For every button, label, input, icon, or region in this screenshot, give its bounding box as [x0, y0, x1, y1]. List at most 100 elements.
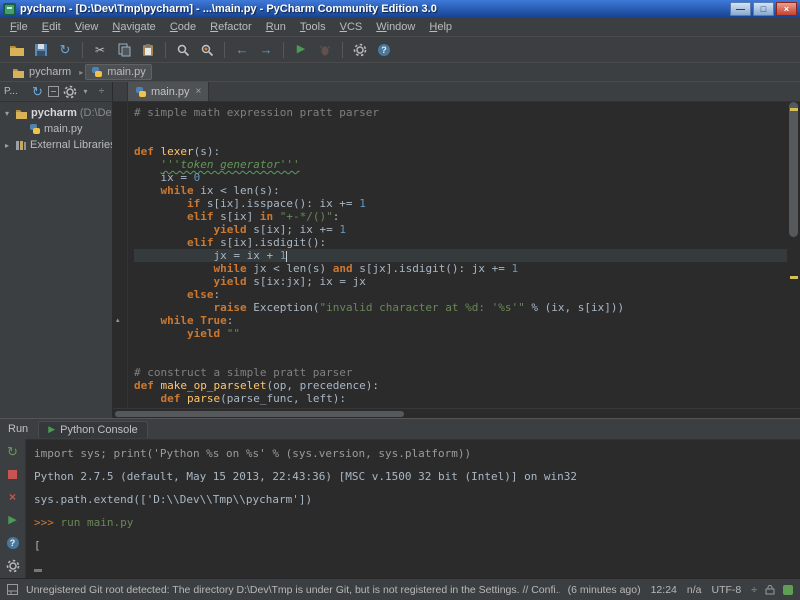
save-button[interactable] [30, 39, 52, 61]
menu-vcs[interactable]: VCS [333, 19, 370, 35]
tree-item-main-py[interactable]: main.py [0, 121, 112, 137]
toolwindow-toggle-icon[interactable] [7, 584, 18, 595]
code-line[interactable]: yield s[ix:jx]; ix = jx [134, 275, 787, 288]
folder-icon [15, 108, 28, 119]
forward-button[interactable]: → [255, 39, 277, 61]
code-line[interactable]: yield s[ix]; ix += 1 [134, 223, 787, 236]
code-line[interactable]: # simple math expression pratt parser [134, 106, 787, 119]
breadcrumb-main-py[interactable]: main.py [85, 64, 152, 80]
code-line[interactable]: jx = ix + 1 [134, 249, 787, 262]
menu-window[interactable]: Window [369, 19, 422, 35]
open-button[interactable] [6, 39, 28, 61]
run-icon: ▶ [48, 425, 55, 434]
code-segment: else [187, 288, 214, 301]
encoding[interactable]: UTF-8 [711, 584, 741, 596]
code-line[interactable]: while jx < len(s) and s[jx].isdigit(): j… [134, 262, 787, 275]
editor-vscrollbar[interactable] [787, 102, 800, 408]
vscrollbar-thumb[interactable] [789, 102, 798, 237]
code-line[interactable]: elif s[ix] in "+-*/()": [134, 210, 787, 223]
sync-button[interactable]: ↻ [31, 85, 44, 98]
menu-file[interactable]: File [3, 19, 35, 35]
code-line[interactable]: while ix < len(s): [134, 184, 787, 197]
tab-python-console[interactable]: ▶ Python Console [38, 421, 148, 438]
code-line[interactable]: yield "" [134, 327, 787, 340]
code-line[interactable]: '''token generator''' [134, 158, 787, 171]
tree-item-external-libraries[interactable]: ▸External Libraries [0, 137, 112, 153]
python-icon [29, 123, 41, 135]
breadcrumb-separator-icon: ▸ [79, 68, 83, 77]
code-line[interactable]: def make_op_parselet(op, precedence): [134, 379, 787, 392]
status-message[interactable]: Unregistered Git root detected: The dire… [26, 584, 560, 596]
code-line[interactable]: else: [134, 288, 787, 301]
help-button[interactable]: ? [373, 39, 395, 61]
inspections-indicator[interactable] [783, 585, 793, 595]
rerun-button[interactable]: ↻ [5, 444, 21, 458]
menu-navigate[interactable]: Navigate [105, 19, 162, 35]
menu-refactor[interactable]: Refactor [203, 19, 259, 35]
titlebar[interactable]: pycharm - [D:\Dev\Tmp\pycharm] - ...\mai… [0, 0, 800, 18]
caret-button[interactable]: ▾ [79, 85, 92, 98]
console-output[interactable]: import sys; print('Python %s on %s' % (s… [26, 439, 800, 578]
code-segment [134, 210, 187, 223]
line-separator[interactable]: ÷ [751, 584, 757, 596]
help-button[interactable]: ? [5, 536, 21, 550]
find-button[interactable] [172, 39, 194, 61]
editor-hscrollbar[interactable] [113, 408, 800, 418]
warning-stripe-mark[interactable] [790, 108, 798, 111]
replace-button[interactable] [196, 39, 218, 61]
code-line[interactable]: elif s[ix].isdigit(): [134, 236, 787, 249]
editor-gutter[interactable]: ▴ [113, 102, 128, 408]
editor-area: main.py × ▴ # simple math expression pra… [113, 82, 800, 418]
code-area[interactable]: # simple math expression pratt parser def… [128, 102, 787, 408]
tree-item-pycharm[interactable]: ▾pycharm (D:\Dev\Tmp [0, 105, 112, 121]
editor-tab-main-py[interactable]: main.py × [127, 82, 209, 101]
cut-button[interactable]: ✂ [89, 39, 111, 61]
maximize-button[interactable]: □ [753, 2, 774, 16]
back-button[interactable]: ← [231, 39, 253, 61]
folder-icon [12, 67, 25, 78]
code-line[interactable]: def lexer(s): [134, 145, 787, 158]
execute-button[interactable]: ▶ [5, 513, 21, 527]
settings-button[interactable] [63, 85, 76, 98]
collapse-button[interactable] [47, 85, 60, 98]
settings-button[interactable] [349, 39, 371, 61]
menu-help[interactable]: Help [422, 19, 459, 35]
warning-stripe-mark[interactable] [790, 276, 798, 279]
paste-button[interactable] [137, 39, 159, 61]
close-icon[interactable]: × [196, 86, 202, 97]
code-segment [134, 327, 187, 340]
menu-tools[interactable]: Tools [293, 19, 333, 35]
breadcrumb-pycharm[interactable]: pycharm [6, 64, 77, 80]
hscrollbar-thumb[interactable] [115, 411, 404, 417]
code-line[interactable] [134, 132, 787, 145]
caret-position[interactable]: 12:24 [651, 584, 677, 596]
minimize-button[interactable]: — [730, 2, 751, 16]
code-line[interactable]: # construct a simple pratt parser [134, 366, 787, 379]
close-button[interactable]: × [5, 490, 21, 504]
code-line[interactable] [134, 353, 787, 366]
stop-button[interactable] [5, 467, 21, 481]
git-branch[interactable]: n/a [687, 584, 702, 596]
debug-button[interactable] [314, 39, 336, 61]
code-line[interactable]: if s[ix].isspace(): ix += 1 [134, 197, 787, 210]
vcs-annotation[interactable]: (6 minutes ago) [568, 584, 641, 596]
run-button[interactable]: ▶ [290, 39, 312, 61]
menu-run[interactable]: Run [259, 19, 293, 35]
expand-arrow-icon[interactable]: ▸ [2, 141, 12, 150]
menu-view[interactable]: View [68, 19, 106, 35]
close-button[interactable]: × [776, 2, 797, 16]
code-line[interactable]: def parse(parse_func, left): [134, 392, 787, 405]
code-line[interactable]: while True: [134, 314, 787, 327]
settings-button[interactable] [5, 559, 21, 573]
sync-button[interactable]: ↻ [54, 39, 76, 61]
code-line[interactable] [134, 340, 787, 353]
menu-edit[interactable]: Edit [35, 19, 68, 35]
expand-arrow-icon[interactable]: ▾ [2, 109, 12, 118]
hide-button[interactable]: ÷ [95, 85, 108, 98]
menu-code[interactable]: Code [163, 19, 203, 35]
code-line[interactable] [134, 119, 787, 132]
lock-icon[interactable] [765, 584, 775, 595]
code-line[interactable]: ix = 0 [134, 171, 787, 184]
code-line[interactable]: raise Exception("invalid character at %d… [134, 301, 787, 314]
copy-button[interactable] [113, 39, 135, 61]
